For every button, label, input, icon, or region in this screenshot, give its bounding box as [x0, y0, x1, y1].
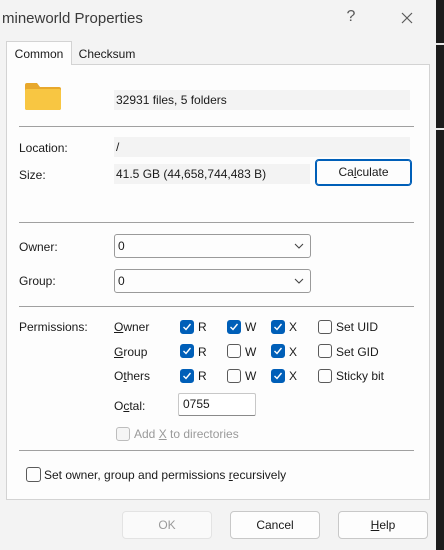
group-read-checkbox[interactable]: [180, 344, 194, 358]
octal-label: Octal:: [114, 399, 146, 413]
group-exec-label: X: [289, 345, 298, 359]
perm-owner-label: Owner: [114, 320, 150, 334]
owner-combobox[interactable]: 0: [114, 234, 311, 258]
set-uid-checkbox[interactable]: [318, 320, 332, 334]
chevron-down-icon: [294, 243, 304, 249]
group-label: Group:: [19, 274, 56, 288]
background-window-edge: [436, 0, 444, 550]
title-help-button[interactable]: ?: [336, 8, 366, 30]
location-value: /: [114, 137, 410, 157]
others-read-label: R: [198, 369, 207, 383]
separator: [19, 222, 414, 223]
properties-dialog: mineworld Properties ? Common Checksum 3…: [0, 0, 436, 550]
owner-exec-label: X: [289, 320, 298, 334]
perm-group-label: Group: [114, 345, 148, 359]
close-icon: [401, 12, 413, 24]
chevron-down-icon: [294, 278, 304, 284]
set-gid-label: Set GID: [336, 345, 379, 359]
group-exec-checkbox[interactable]: [271, 344, 285, 358]
tab-common[interactable]: Common: [6, 41, 72, 65]
size-label: Size:: [19, 168, 46, 182]
others-write-label: W: [245, 369, 257, 383]
recursive-label: Set owner, group and permissions recursi…: [44, 468, 287, 482]
window-title: mineworld Properties: [2, 10, 143, 27]
add-x-label: Add X to directories: [134, 427, 239, 441]
summary-text: 32931 files, 5 folders: [114, 90, 410, 110]
separator: [19, 306, 414, 307]
edge-mark: [436, 43, 444, 45]
title-bar: mineworld Properties ?: [0, 0, 436, 38]
sticky-bit-checkbox[interactable]: [318, 369, 332, 383]
set-gid-checkbox[interactable]: [318, 344, 332, 358]
edge-mark: [436, 128, 444, 130]
recursive-checkbox[interactable]: [26, 467, 41, 482]
group-combobox[interactable]: 0: [114, 269, 311, 293]
owner-label: Owner:: [19, 240, 58, 254]
others-exec-label: X: [289, 369, 298, 383]
owner-read-checkbox[interactable]: [180, 320, 194, 334]
sticky-bit-label: Sticky bit: [336, 369, 385, 383]
owner-exec-checkbox[interactable]: [271, 320, 285, 334]
others-exec-checkbox[interactable]: [271, 369, 285, 383]
group-value: 0: [118, 274, 125, 288]
separator: [19, 126, 414, 127]
add-x-checkbox[interactable]: [116, 427, 130, 441]
folder-icon: [25, 83, 61, 110]
perm-others-label: Others: [114, 369, 151, 383]
others-write-checkbox[interactable]: [227, 369, 241, 383]
location-label: Location:: [19, 141, 68, 155]
common-panel: 32931 files, 5 folders Location: / Size:…: [6, 64, 430, 500]
group-write-checkbox[interactable]: [227, 344, 241, 358]
owner-value: 0: [118, 239, 125, 253]
separator: [19, 450, 414, 451]
group-read-label: R: [198, 345, 207, 359]
calculate-button[interactable]: Calculate: [315, 159, 412, 186]
ok-button[interactable]: OK: [122, 511, 212, 539]
octal-input[interactable]: 0755: [178, 393, 256, 416]
help-button[interactable]: Help: [338, 511, 428, 539]
close-button[interactable]: [392, 8, 422, 30]
tab-checksum[interactable]: Checksum: [72, 43, 142, 65]
cancel-button[interactable]: Cancel: [230, 511, 320, 539]
owner-read-label: R: [198, 320, 207, 334]
permissions-label: Permissions:: [19, 320, 88, 334]
group-write-label: W: [245, 345, 257, 359]
set-uid-label: Set UID: [336, 320, 379, 334]
size-value: 41.5 GB (44,658,744,483 B): [114, 164, 310, 184]
owner-write-label: W: [245, 320, 257, 334]
owner-write-checkbox[interactable]: [227, 320, 241, 334]
others-read-checkbox[interactable]: [180, 369, 194, 383]
